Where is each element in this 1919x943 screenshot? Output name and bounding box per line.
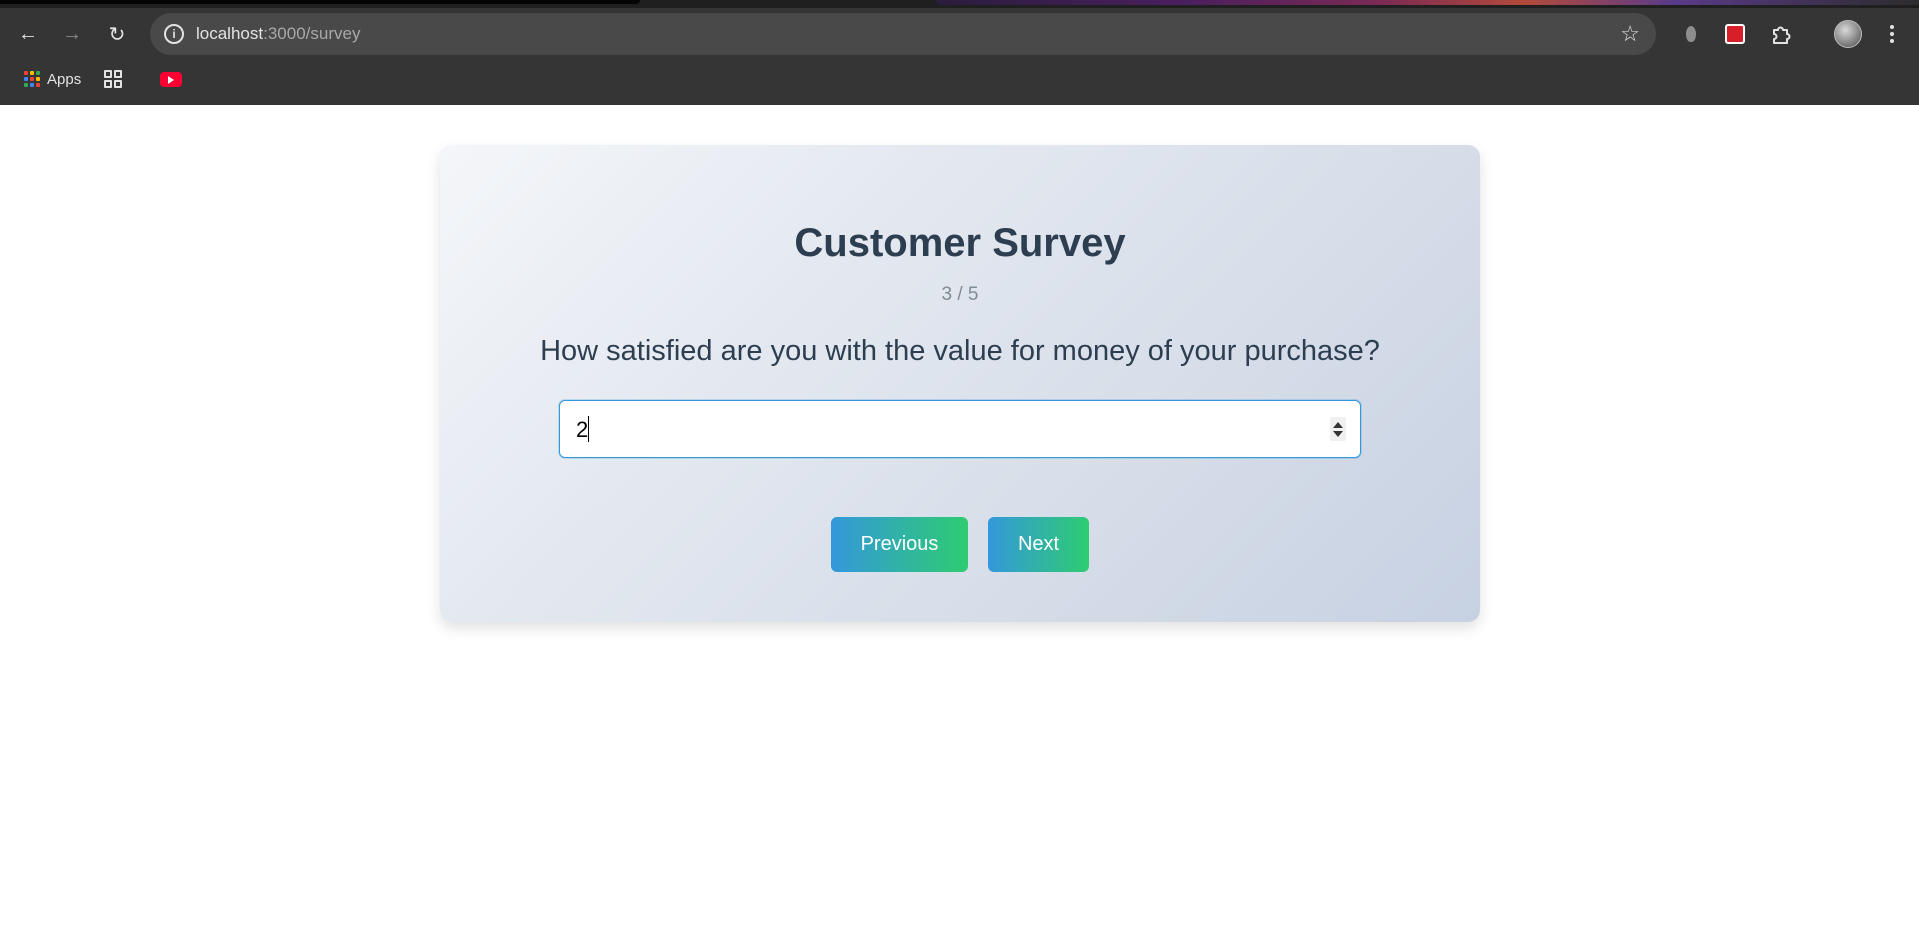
site-info-icon[interactable]: i — [164, 24, 184, 44]
bookmark-apps[interactable]: Apps — [24, 68, 81, 90]
number-spinner[interactable] — [1330, 417, 1346, 441]
extension-icon[interactable] — [1677, 20, 1705, 48]
bookmark-star-icon[interactable]: ☆ — [1620, 21, 1640, 47]
browser-menu-icon[interactable] — [1880, 22, 1904, 46]
survey-question: How satisfied are you with the value for… — [540, 335, 1380, 367]
survey-progress: 3 / 5 — [941, 284, 979, 305]
page-viewport: Customer Survey 3 / 5 How satisfied are … — [0, 105, 1919, 943]
back-icon[interactable]: ← — [12, 18, 44, 50]
url-path: :3000/survey — [263, 24, 361, 43]
apps-grid-icon — [24, 71, 40, 87]
youtube-icon[interactable] — [160, 72, 182, 87]
tab-groups-icon[interactable] — [104, 70, 122, 88]
extension-red-icon[interactable] — [1721, 20, 1749, 48]
forward-icon[interactable]: → — [56, 18, 88, 50]
extensions-puzzle-icon[interactable] — [1767, 20, 1795, 48]
survey-card: Customer Survey 3 / 5 How satisfied are … — [440, 145, 1480, 622]
rating-input-value: 2 — [576, 417, 589, 442]
tab[interactable] — [0, 0, 640, 4]
spinner-up-icon[interactable] — [1333, 421, 1343, 428]
tab[interactable] — [936, 0, 1919, 5]
spinner-down-icon[interactable] — [1333, 430, 1343, 437]
profile-avatar[interactable] — [1834, 20, 1862, 48]
address-bar[interactable]: i localhost:3000/survey ☆ — [150, 13, 1656, 55]
previous-button[interactable]: Previous — [831, 517, 968, 572]
text-caret — [588, 416, 589, 442]
reload-icon[interactable]: ↻ — [101, 18, 133, 50]
bookmark-apps-label: Apps — [47, 70, 82, 88]
next-button[interactable]: Next — [988, 517, 1089, 572]
survey-title: Customer Survey — [794, 221, 1126, 265]
browser-chrome: ← → ↻ i localhost:3000/survey ☆ Apps — [0, 0, 1919, 105]
url-host: localhost — [196, 24, 264, 43]
browser-toolbar: ← → ↻ i localhost:3000/survey ☆ — [0, 12, 1919, 56]
url-text[interactable]: localhost:3000/survey — [196, 24, 360, 44]
tab-strip — [0, 0, 1919, 8]
bookmarks-bar: Apps — [0, 62, 1919, 96]
rating-number-input[interactable]: 2 — [559, 400, 1361, 458]
